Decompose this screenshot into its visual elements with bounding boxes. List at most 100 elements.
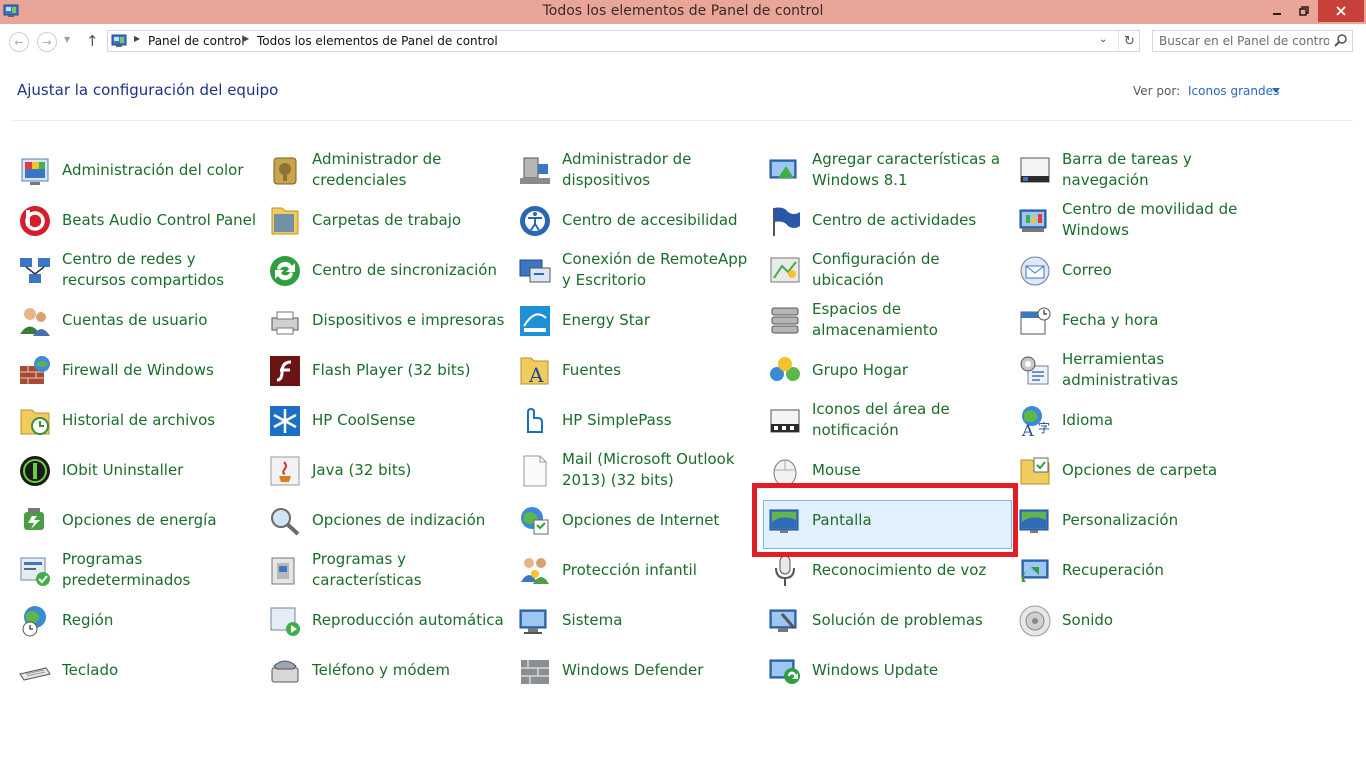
control-panel-item[interactable]: Iconos del área de notificación	[768, 397, 1008, 443]
control-panel-item-label: Centro de accesibilidad	[562, 210, 738, 229]
control-panel-item[interactable]: Opciones de indización	[268, 497, 508, 543]
control-panel-item[interactable]: Carpetas de trabajo	[268, 197, 508, 243]
hp-simplepass-icon	[527, 407, 543, 433]
devices-printers-icon	[271, 311, 299, 335]
control-panel-item[interactable]: Conexión de RemoteApp y Escritorio	[518, 247, 758, 293]
control-panel-item[interactable]: Programas y características	[268, 547, 508, 593]
control-panel-item[interactable]: Configuración de ubicación	[768, 247, 1008, 293]
control-panel-item[interactable]: Centro de movilidad de Windows	[1018, 197, 1258, 243]
notification-icons-icon	[770, 409, 800, 433]
control-panel-item[interactable]: Administrador de dispositivos	[518, 147, 758, 193]
control-panel-item[interactable]: Centro de accesibilidad	[518, 197, 758, 243]
control-panel-item[interactable]: Herramientas administrativas	[1018, 347, 1258, 393]
svg-text:A: A	[528, 363, 544, 387]
control-panel-item[interactable]: Centro de redes y recursos compartidos	[18, 247, 258, 293]
control-panel-item[interactable]: Fecha y hora	[1018, 297, 1258, 343]
control-panel-item[interactable]: Centro de sincronización	[268, 247, 508, 293]
control-panel-item[interactable]: A 字 Idioma	[1018, 397, 1258, 443]
homegroup-icon	[770, 357, 800, 381]
control-panel-item[interactable]: Flash Player (32 bits)	[268, 347, 508, 393]
control-panel-item[interactable]: Windows Update	[768, 647, 1008, 693]
control-panel-item[interactable]: Sistema	[518, 597, 758, 643]
svg-text:A: A	[1021, 421, 1034, 438]
taskbar-icon	[1020, 157, 1050, 183]
iobit-uninstaller-icon	[20, 456, 50, 486]
power-options-icon	[24, 508, 44, 530]
control-panel-window: Todos los elementos de Panel de control …	[0, 0, 1366, 768]
file-history-icon	[20, 409, 50, 435]
control-panel-item[interactable]: Opciones de Internet	[518, 497, 758, 543]
folder-options-icon	[1020, 457, 1050, 485]
control-panel-item[interactable]: Firewall de Windows	[18, 347, 258, 393]
control-panel-item-label: Carpetas de trabajo	[312, 210, 462, 229]
control-panel-item-label: Centro de movilidad de Windows	[1062, 200, 1238, 239]
location-settings-icon	[770, 257, 800, 283]
control-panel-item[interactable]: Espacios de almacenamiento	[768, 297, 1008, 343]
control-panel-item-label: Programas y características	[312, 550, 422, 589]
indexing-options-icon	[271, 508, 300, 536]
control-panel-item[interactable]: Mail (Microsoft Outlook 2013) (32 bits)	[518, 447, 758, 493]
control-panel-item-label: HP SimplePass	[562, 410, 672, 429]
control-panel-item[interactable]: Barra de tareas y navegación	[1018, 147, 1258, 193]
control-panel-item[interactable]: Windows Defender	[518, 647, 758, 693]
control-panel-item[interactable]: Beats Audio Control Panel	[18, 197, 258, 243]
control-panel-item[interactable]: Administración del color	[18, 147, 258, 193]
control-panel-item-label: Recuperación	[1062, 560, 1164, 579]
java-icon	[270, 456, 300, 486]
control-panel-item-label: IObit Uninstaller	[62, 460, 184, 479]
control-panel-item[interactable]: Sonido	[1018, 597, 1258, 643]
control-panel-item[interactable]: Correo	[1018, 247, 1258, 293]
ease-of-access-icon	[520, 206, 550, 236]
svg-text:字: 字	[1038, 420, 1050, 435]
control-panel-item[interactable]: Personalización	[1018, 497, 1258, 543]
control-panel-item-label: Solución de problemas	[812, 610, 983, 629]
control-panel-item[interactable]: HP SimplePass	[518, 397, 758, 443]
control-panel-item-label: Grupo Hogar	[812, 360, 909, 379]
control-panel-item[interactable]: Recuperación	[1018, 547, 1258, 593]
admin-tools-icon	[1020, 356, 1049, 385]
control-panel-item[interactable]: Opciones de carpeta	[1018, 447, 1258, 493]
control-panel-item[interactable]: Solución de problemas	[768, 597, 1008, 643]
control-panel-item[interactable]: Java (32 bits)	[268, 447, 508, 493]
control-panel-item[interactable]: Administrador de credenciales	[268, 147, 508, 193]
control-panel-item-label: Personalización	[1062, 510, 1179, 529]
troubleshooting-icon	[769, 609, 797, 632]
control-panel-item[interactable]: Protección infantil	[518, 547, 758, 593]
hp-coolsense-icon	[270, 406, 300, 436]
control-panel-item-label: Región	[62, 610, 114, 629]
control-panel-item-label: HP CoolSense	[312, 410, 416, 429]
control-panel-item[interactable]: IObit Uninstaller	[18, 447, 258, 493]
control-panel-item[interactable]: Historial de archivos	[18, 397, 258, 443]
control-panel-item[interactable]: Agregar características a Windows 8.1	[768, 147, 1008, 193]
language-icon: A字	[1021, 406, 1050, 438]
control-panel-item-label: Conexión de RemoteApp y Escritorio	[562, 250, 748, 289]
control-panel-item-label: Espacios de almacenamiento	[812, 300, 938, 339]
control-panel-item[interactable]: Energy Star	[518, 297, 758, 343]
control-panel-item-label: Agregar características a Windows 8.1	[812, 150, 1001, 189]
control-panel-item-label: Teléfono y módem	[312, 660, 450, 679]
energy-star-icon	[520, 306, 550, 336]
control-panel-item[interactable]: Región	[18, 597, 258, 643]
keyboard-icon	[19, 667, 51, 681]
control-panel-item[interactable]: Grupo Hogar	[768, 347, 1008, 393]
date-time-icon	[1020, 307, 1051, 335]
control-panel-item[interactable]: Teléfono y módem	[268, 647, 508, 693]
system-icon	[519, 609, 547, 634]
control-panel-item[interactable]: Opciones de energía	[18, 497, 258, 543]
control-panel-item[interactable]: Cuentas de usuario	[18, 297, 258, 343]
control-panel-item[interactable]: Centro de actividades	[768, 197, 1008, 243]
user-accounts-icon	[20, 308, 50, 336]
control-panel-item[interactable]: A Fuentes	[518, 347, 758, 393]
highlight-frame	[752, 483, 1018, 557]
correo-icon	[1020, 256, 1050, 286]
phone-modem-icon	[271, 660, 299, 683]
remoteapp-icon	[519, 259, 551, 283]
control-panel-item[interactable]: Dispositivos e impresoras	[268, 297, 508, 343]
control-panel-item[interactable]: HP CoolSense	[268, 397, 508, 443]
control-panel-item[interactable]: Programas predeterminados	[18, 547, 258, 593]
control-panel-item-label: Cuentas de usuario	[62, 310, 208, 329]
control-panel-item[interactable]: Reproducción automática	[268, 597, 508, 643]
beats-audio-icon	[20, 206, 50, 236]
internet-options-icon	[521, 507, 549, 535]
control-panel-item[interactable]: Teclado	[18, 647, 258, 693]
